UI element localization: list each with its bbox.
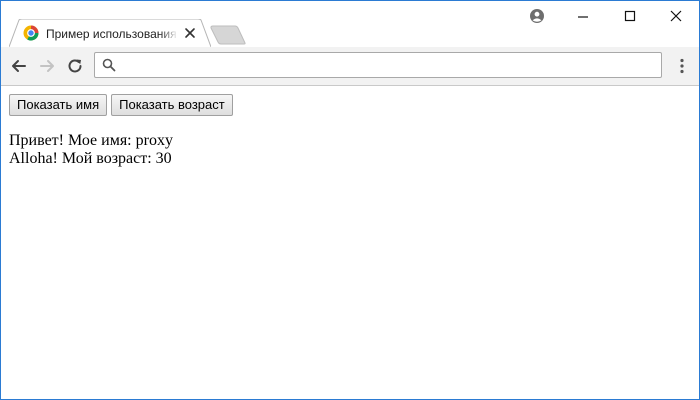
back-arrow-icon[interactable]: [10, 57, 28, 75]
show-age-button[interactable]: Показать возраст: [111, 94, 233, 116]
tab-title-fade: [160, 26, 178, 42]
tab-title-text: Пример использования Proxy: [46, 27, 178, 41]
output-line-age: Alloha! Мой возраст: 30: [9, 150, 172, 167]
browser-window: Пример использования Proxy: [0, 0, 700, 400]
title-bar: Пример использования Proxy: [1, 1, 699, 47]
reload-icon[interactable]: [66, 57, 84, 75]
output-area: Привет! Мое имя: proxy Alloha! Мой возра…: [9, 132, 173, 168]
new-tab-button[interactable]: [209, 25, 247, 45]
site-favicon-icon: [23, 25, 39, 41]
active-tab[interactable]: Пример использования Proxy: [9, 19, 211, 47]
maximize-button[interactable]: [608, 3, 652, 29]
forward-arrow-icon[interactable]: [38, 57, 56, 75]
button-row: Показать имя Показать возраст: [9, 94, 233, 116]
output-line-name: Привет! Мое имя: proxy: [9, 132, 173, 149]
tab-title: Пример использования Proxy: [46, 26, 178, 42]
minimize-button[interactable]: [561, 3, 605, 29]
address-input[interactable]: [123, 55, 653, 75]
close-window-button[interactable]: [654, 3, 698, 29]
search-icon: [102, 58, 116, 72]
show-name-button[interactable]: Показать имя: [9, 94, 108, 116]
address-bar[interactable]: [94, 52, 662, 78]
profile-icon[interactable]: [529, 8, 545, 24]
navigation-toolbar: [1, 47, 699, 86]
page-content: Показать имя Показать возраст Привет! Мо…: [1, 86, 699, 399]
tab-close-icon[interactable]: [184, 27, 196, 39]
browser-menu-icon[interactable]: [678, 58, 686, 74]
